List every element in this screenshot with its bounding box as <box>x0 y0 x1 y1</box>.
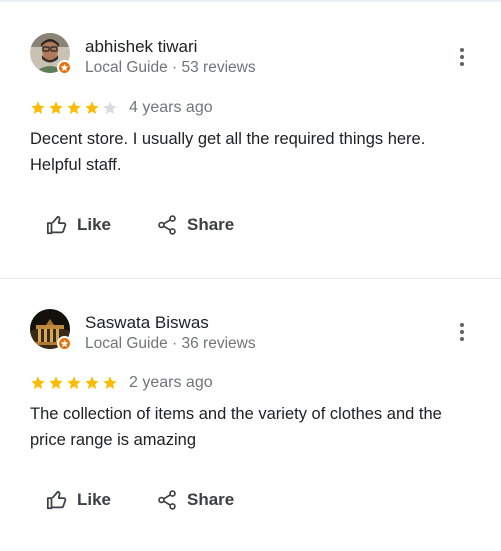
review-card: Saswata Biswas Local Guide · 36 reviews … <box>0 278 501 551</box>
reviewer-name[interactable]: Saswata Biswas <box>85 313 209 333</box>
reviewer-meta[interactable]: Local Guide · 36 reviews <box>85 335 256 353</box>
rating-row: 2 years ago <box>30 373 213 393</box>
star-filled-icon <box>31 101 45 114</box>
star-rating <box>30 375 118 391</box>
star-rating <box>30 100 118 116</box>
like-label: Like <box>77 490 112 509</box>
thumb-up-icon <box>46 215 67 235</box>
star-filled-icon <box>103 376 117 389</box>
local-guide-badge-icon <box>57 60 72 75</box>
local-guide-badge-icon <box>57 336 72 351</box>
review-time: 4 years ago <box>129 99 213 116</box>
more-options-button[interactable] <box>452 45 472 69</box>
more-vert-icon <box>460 323 464 327</box>
star-filled-icon <box>49 101 63 114</box>
star-filled-icon <box>85 376 99 389</box>
avatar[interactable] <box>30 309 72 351</box>
share-icon <box>158 215 176 235</box>
share-label: Share <box>187 215 235 234</box>
like-button[interactable]: Like <box>46 487 111 513</box>
rating-row: 4 years ago <box>30 98 213 118</box>
like-button[interactable]: Like <box>46 212 111 238</box>
more-vert-icon <box>460 48 464 52</box>
star-filled-icon <box>67 101 81 114</box>
share-button[interactable]: Share <box>156 487 234 513</box>
avatar[interactable] <box>30 33 72 75</box>
star-filled-icon <box>85 101 99 114</box>
reviewer-meta[interactable]: Local Guide · 53 reviews <box>85 59 256 77</box>
review-card: abhishek tiwari Local Guide · 53 reviews… <box>0 0 501 278</box>
share-button[interactable]: Share <box>156 212 234 238</box>
star-filled-icon <box>31 376 45 389</box>
more-options-button[interactable] <box>452 320 472 344</box>
star-empty-icon <box>103 101 117 114</box>
star-filled-icon <box>49 376 63 389</box>
share-icon <box>158 490 176 510</box>
review-text: Decent store. I usually get all the requ… <box>30 130 426 174</box>
like-label: Like <box>77 215 112 234</box>
thumb-up-icon <box>46 490 67 510</box>
review-time: 2 years ago <box>129 374 213 391</box>
review-text: The collection of items and the variety … <box>30 405 442 449</box>
star-filled-icon <box>67 376 81 389</box>
reviewer-name[interactable]: abhishek tiwari <box>85 37 197 57</box>
share-label: Share <box>187 490 235 509</box>
